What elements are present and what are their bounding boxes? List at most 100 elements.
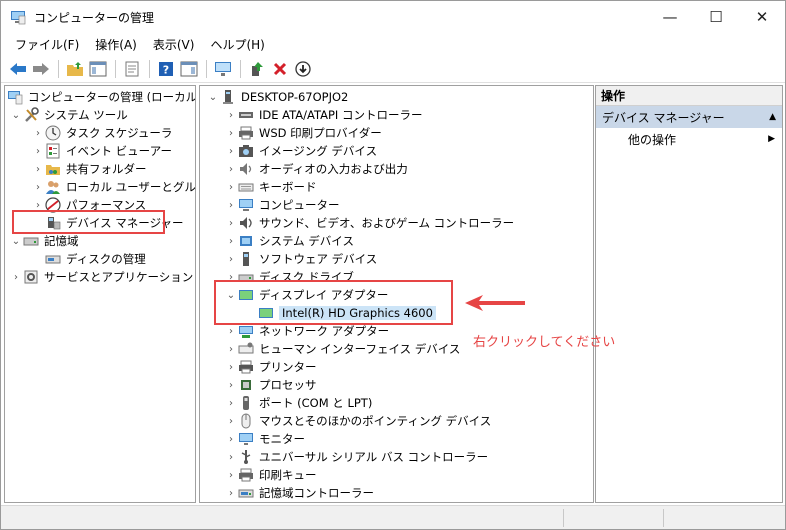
device-category-monitors[interactable]: › モニター <box>224 430 305 448</box>
menu-view[interactable]: 表示(V) <box>145 36 203 53</box>
device-category-sound-video-game-controllers[interactable]: › サウンド、ビデオ、およびゲーム コントローラー <box>224 214 514 232</box>
tree-item-system-tools[interactable]: ⌄ システム ツール <box>9 106 128 124</box>
device-category-audio-inputs-outputs[interactable]: › オーディオの入力および出力 <box>224 160 408 178</box>
tree-root[interactable]: コンピューターの管理 (ローカル) <box>7 88 195 106</box>
computer-management-icon <box>11 11 26 25</box>
toolbar-separator <box>149 59 150 78</box>
tree-item-label: タスク スケジューラ <box>66 126 173 140</box>
chevron-right-icon[interactable]: › <box>31 178 45 196</box>
help-button[interactable]: ? <box>155 58 177 80</box>
chevron-right-icon[interactable]: › <box>9 268 23 286</box>
toolbar-separator <box>240 59 241 78</box>
scan-hardware-button[interactable] <box>212 58 234 80</box>
chevron-right-icon[interactable]: › <box>224 214 238 232</box>
back-arrow-icon <box>10 62 26 75</box>
device-category-label: サウンド、ビデオ、およびゲーム コントローラー <box>259 216 515 230</box>
back-button[interactable] <box>7 58 29 80</box>
menu-file[interactable]: ファイル(F) <box>7 36 87 53</box>
device-category-mice-pointing-devices[interactable]: › マウスとそのほかのポインティング デバイス <box>224 412 491 430</box>
device-category-label: キーボード <box>259 180 317 194</box>
tree-item-shared-folders[interactable]: › 共有フォルダー <box>31 160 147 178</box>
computer-management-window: コンピューターの管理 — ☐ ✕ ファイル(F) 操作(A) 表示(V) ヘルプ… <box>0 0 786 530</box>
device-category-printers[interactable]: › プリンター <box>224 358 317 376</box>
properties-button[interactable] <box>121 58 143 80</box>
device-category-wsd-print-provider[interactable]: › WSD 印刷プロバイダー <box>224 124 382 142</box>
device-category-imaging-devices[interactable]: › イメージング デバイス <box>224 142 377 160</box>
device-category-ports-com-lpt[interactable]: › ポート (COM と LPT) <box>224 394 372 412</box>
tree-item-label: ディスクの管理 <box>66 252 146 266</box>
enable-device-button[interactable] <box>292 58 314 80</box>
chevron-right-icon[interactable]: › <box>224 466 238 484</box>
monitor-icon <box>238 431 254 447</box>
computer-icon <box>220 89 236 105</box>
device-category-keyboards[interactable]: › キーボード <box>224 178 317 196</box>
chevron-right-icon[interactable]: › <box>224 232 238 250</box>
device-category-label: ネットワーク アダプター <box>259 324 390 338</box>
device-category-computer[interactable]: › コンピューター <box>224 196 340 214</box>
minimize-button[interactable]: — <box>647 1 693 33</box>
device-category-label: 印刷キュー <box>259 468 317 482</box>
tree-item-local-users-groups[interactable]: › ローカル ユーザーとグループ <box>31 178 195 196</box>
update-driver-button[interactable] <box>246 58 268 80</box>
action-group-device-manager[interactable]: デバイス マネージャー ▲ <box>596 106 782 128</box>
tree-item-event-viewer[interactable]: › イベント ビューアー <box>31 142 172 160</box>
chevron-right-icon[interactable]: › <box>224 142 238 160</box>
device-category-label: コンピューター <box>259 198 340 212</box>
status-segment <box>663 509 785 527</box>
tree-item-task-scheduler[interactable]: › タスク スケジューラ <box>31 124 172 142</box>
chevron-right-icon[interactable]: › <box>224 160 238 178</box>
status-segment <box>563 509 663 527</box>
chevron-right-icon[interactable]: › <box>224 340 238 358</box>
uninstall-device-button[interactable] <box>269 58 291 80</box>
chevron-right-icon[interactable]: › <box>224 412 238 430</box>
show-hide-console-tree-button[interactable] <box>87 58 109 80</box>
chevron-right-icon[interactable]: › <box>31 160 45 178</box>
chevron-right-icon[interactable]: › <box>224 178 238 196</box>
chevron-right-icon[interactable]: › <box>224 394 238 412</box>
tree-item-storage[interactable]: ⌄ 記憶域 <box>9 232 79 250</box>
other-actions-item[interactable]: 他の操作 ▶ <box>596 128 782 150</box>
device-category-processors[interactable]: › プロセッサ <box>224 376 317 394</box>
users-icon <box>45 179 61 195</box>
status-bar <box>1 505 785 529</box>
device-category-software-devices[interactable]: › ソフトウェア デバイス <box>224 250 377 268</box>
chevron-right-icon[interactable]: › <box>31 124 45 142</box>
chevron-right-icon[interactable]: › <box>224 376 238 394</box>
console-tree-pane: コンピューターの管理 (ローカル) ⌄ システム ツール › タスク スケジュー… <box>4 85 196 503</box>
chevron-down-icon[interactable]: ⌄ <box>9 106 23 124</box>
chevron-right-icon[interactable]: › <box>224 106 238 124</box>
annotation-text: 右クリックしてください <box>473 335 616 350</box>
chevron-right-icon[interactable]: › <box>224 196 238 214</box>
forward-button[interactable] <box>30 58 52 80</box>
device-category-print-queues[interactable]: › 印刷キュー <box>224 466 317 484</box>
close-button[interactable]: ✕ <box>739 1 785 33</box>
device-category-storage-controllers[interactable]: › 記憶域コントローラー <box>224 484 374 502</box>
menu-action[interactable]: 操作(A) <box>87 36 145 53</box>
show-action-pane-button[interactable] <box>178 58 200 80</box>
action-pane-icon <box>180 61 198 76</box>
svg-text:?: ? <box>163 63 169 76</box>
chevron-right-icon[interactable]: › <box>224 430 238 448</box>
tree-item-services-applications[interactable]: › サービスとアプリケーション <box>9 268 193 286</box>
chevron-right-icon[interactable]: › <box>224 448 238 466</box>
device-category-system-devices[interactable]: › システム デバイス <box>224 232 354 250</box>
menu-help[interactable]: ヘルプ(H) <box>202 36 272 53</box>
maximize-button[interactable]: ☐ <box>693 1 739 33</box>
chevron-down-icon[interactable]: ⌄ <box>206 88 220 106</box>
chevron-right-icon[interactable]: › <box>224 358 238 376</box>
device-category-ide-ata-atapi-controllers[interactable]: › IDE ATA/ATAPI コントローラー <box>224 106 422 124</box>
processor-icon <box>238 377 254 393</box>
tree-item-label: 共有フォルダー <box>66 162 147 176</box>
up-one-level-button[interactable] <box>64 58 86 80</box>
device-category-human-interface-devices[interactable]: › ヒューマン インターフェイス デバイス <box>224 340 460 358</box>
device-tree-root[interactable]: ⌄ DESKTOP-67OPJO2 <box>206 88 348 106</box>
chevron-down-icon[interactable]: ⌄ <box>9 232 23 250</box>
chevron-right-icon[interactable]: › <box>224 250 238 268</box>
device-category-label: プロセッサ <box>259 378 317 392</box>
triangle-up-icon[interactable]: ▲ <box>769 112 776 122</box>
chevron-right-icon[interactable]: › <box>224 484 238 502</box>
tree-item-disk-management[interactable]: ディスクの管理 <box>45 250 146 268</box>
chevron-right-icon[interactable]: › <box>31 142 45 160</box>
device-category-usb-controllers[interactable]: › ユニバーサル シリアル バス コントローラー <box>224 448 488 466</box>
chevron-right-icon[interactable]: › <box>224 124 238 142</box>
